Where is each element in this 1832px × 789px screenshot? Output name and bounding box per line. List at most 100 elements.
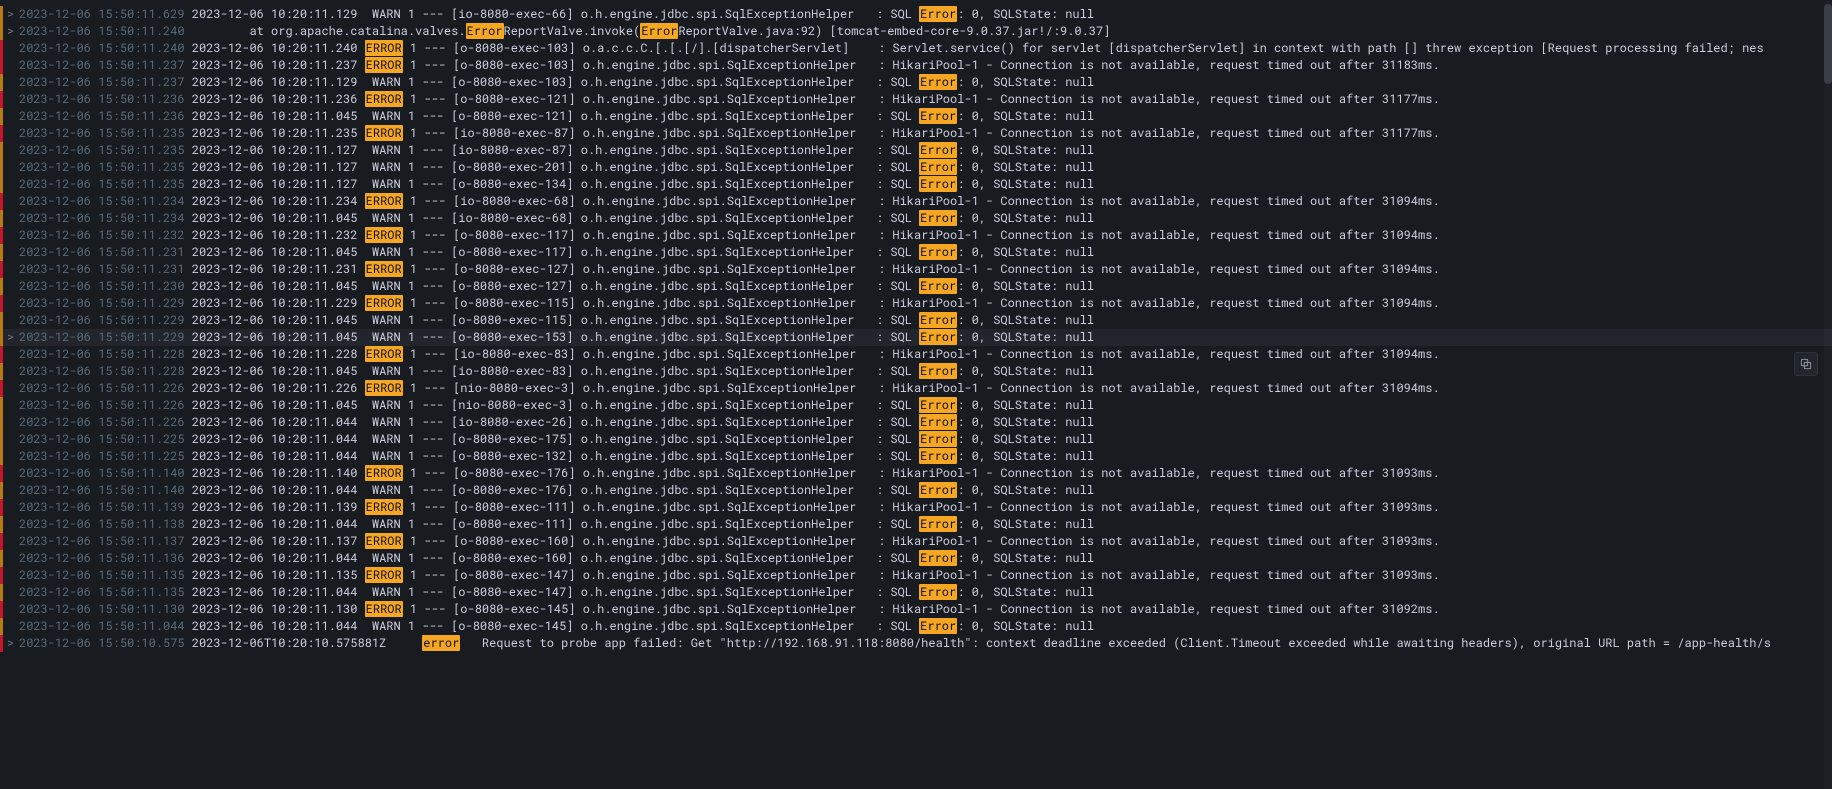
expand-caret-icon xyxy=(7,261,19,278)
log-body: 2023-12-06T10:20:10.575881Z error Reques… xyxy=(192,635,1832,652)
expand-caret-icon xyxy=(7,91,19,108)
match-highlight: Error xyxy=(919,618,957,634)
log-timestamp: 2023-12-06 15:50:11.226 xyxy=(19,397,185,414)
match-highlight: Error xyxy=(919,74,957,90)
log-row[interactable]: 2023-12-06 15:50:11.236 2023-12-06 10:20… xyxy=(0,108,1832,125)
match-highlight: ERROR xyxy=(365,40,403,56)
log-timestamp: 2023-12-06 15:50:11.231 xyxy=(19,261,185,278)
match-highlight: Error xyxy=(919,278,957,294)
log-row[interactable]: 2023-12-06 15:50:11.226 2023-12-06 10:20… xyxy=(0,380,1832,397)
log-row[interactable]: 2023-12-06 15:50:11.140 2023-12-06 10:20… xyxy=(0,482,1832,499)
match-highlight: ERROR xyxy=(365,57,403,73)
scrollbar-thumb[interactable] xyxy=(1824,4,1832,84)
expand-caret-icon xyxy=(7,448,19,465)
expand-caret-icon[interactable]: > xyxy=(7,6,19,23)
expand-caret-icon xyxy=(7,380,19,397)
match-highlight: ERROR xyxy=(365,567,403,583)
log-row[interactable]: 2023-12-06 15:50:11.136 2023-12-06 10:20… xyxy=(0,550,1832,567)
expand-caret-icon xyxy=(7,295,19,312)
log-row[interactable]: 2023-12-06 15:50:11.225 2023-12-06 10:20… xyxy=(0,431,1832,448)
log-row[interactable]: 2023-12-06 15:50:11.231 2023-12-06 10:20… xyxy=(0,261,1832,278)
match-highlight: Error xyxy=(919,363,957,379)
log-row[interactable]: 2023-12-06 15:50:11.235 2023-12-06 10:20… xyxy=(0,159,1832,176)
log-body: 2023-12-06 10:20:11.139 ERROR 1 --- [o-8… xyxy=(192,499,1832,516)
log-row[interactable]: 2023-12-06 15:50:11.234 2023-12-06 10:20… xyxy=(0,210,1832,227)
log-row[interactable]: 2023-12-06 15:50:11.044 2023-12-06 10:20… xyxy=(0,618,1832,635)
log-row[interactable]: >2023-12-06 15:50:11.229 2023-12-06 10:2… xyxy=(0,329,1832,346)
expand-caret-icon[interactable]: > xyxy=(7,23,19,40)
log-body: 2023-12-06 10:20:11.044 WARN 1 --- [io-8… xyxy=(192,414,1832,431)
log-list[interactable]: >2023-12-06 15:50:11.629 2023-12-06 10:2… xyxy=(0,6,1832,652)
log-body: 2023-12-06 10:20:11.044 WARN 1 --- [o-80… xyxy=(192,482,1832,499)
log-row[interactable]: 2023-12-06 15:50:11.135 2023-12-06 10:20… xyxy=(0,584,1832,601)
log-timestamp: 2023-12-06 15:50:11.629 xyxy=(19,6,185,23)
log-row[interactable]: 2023-12-06 15:50:11.226 2023-12-06 10:20… xyxy=(0,414,1832,431)
log-body: 2023-12-06 10:20:11.045 WARN 1 --- [io-8… xyxy=(192,363,1832,380)
expand-caret-icon[interactable]: > xyxy=(7,635,19,652)
match-highlight: ERROR xyxy=(365,346,403,362)
log-row[interactable]: 2023-12-06 15:50:11.236 2023-12-06 10:20… xyxy=(0,91,1832,108)
expand-caret-icon xyxy=(7,397,19,414)
expand-caret-icon xyxy=(7,176,19,193)
log-row[interactable]: 2023-12-06 15:50:11.240 2023-12-06 10:20… xyxy=(0,40,1832,57)
log-row[interactable]: 2023-12-06 15:50:11.235 2023-12-06 10:20… xyxy=(0,125,1832,142)
log-row[interactable]: 2023-12-06 15:50:11.231 2023-12-06 10:20… xyxy=(0,244,1832,261)
log-row[interactable]: >2023-12-06 15:50:11.629 2023-12-06 10:2… xyxy=(0,6,1832,23)
log-body: at org.apache.catalina.valves.ErrorRepor… xyxy=(192,23,1832,40)
match-highlight: Error xyxy=(919,244,957,260)
match-highlight: Error xyxy=(919,414,957,430)
log-row[interactable]: 2023-12-06 15:50:11.138 2023-12-06 10:20… xyxy=(0,516,1832,533)
log-row[interactable]: 2023-12-06 15:50:11.130 2023-12-06 10:20… xyxy=(0,601,1832,618)
log-body: 2023-12-06 10:20:11.044 WARN 1 --- [o-80… xyxy=(192,516,1832,533)
expand-caret-icon xyxy=(7,516,19,533)
match-highlight: ERROR xyxy=(365,601,403,617)
log-row[interactable]: >2023-12-06 15:50:11.240 at org.apache.c… xyxy=(0,23,1832,40)
log-row[interactable]: 2023-12-06 15:50:11.234 2023-12-06 10:20… xyxy=(0,193,1832,210)
log-row[interactable]: 2023-12-06 15:50:11.229 2023-12-06 10:20… xyxy=(0,312,1832,329)
log-body: 2023-12-06 10:20:11.231 ERROR 1 --- [o-8… xyxy=(192,261,1832,278)
log-body: 2023-12-06 10:20:11.044 WARN 1 --- [o-80… xyxy=(192,448,1832,465)
vertical-scrollbar[interactable] xyxy=(1824,0,1832,789)
log-timestamp: 2023-12-06 15:50:11.225 xyxy=(19,431,185,448)
log-timestamp: 2023-12-06 15:50:11.228 xyxy=(19,363,185,380)
match-highlight: Error xyxy=(919,6,957,22)
log-row[interactable]: 2023-12-06 15:50:11.237 2023-12-06 10:20… xyxy=(0,74,1832,91)
log-row[interactable]: 2023-12-06 15:50:11.228 2023-12-06 10:20… xyxy=(0,363,1832,380)
log-timestamp: 2023-12-06 15:50:11.240 xyxy=(19,23,185,40)
expand-caret-icon xyxy=(7,499,19,516)
log-timestamp: 2023-12-06 15:50:11.044 xyxy=(19,618,185,635)
match-highlight: ERROR xyxy=(365,295,403,311)
log-body: 2023-12-06 10:20:11.130 ERROR 1 --- [o-8… xyxy=(192,601,1832,618)
log-row[interactable]: 2023-12-06 15:50:11.229 2023-12-06 10:20… xyxy=(0,295,1832,312)
log-row[interactable]: 2023-12-06 15:50:11.139 2023-12-06 10:20… xyxy=(0,499,1832,516)
expand-caret-icon xyxy=(7,618,19,635)
log-body: 2023-12-06 10:20:11.045 WARN 1 --- [o-80… xyxy=(192,312,1832,329)
log-row[interactable]: 2023-12-06 15:50:11.232 2023-12-06 10:20… xyxy=(0,227,1832,244)
log-row[interactable]: 2023-12-06 15:50:11.225 2023-12-06 10:20… xyxy=(0,448,1832,465)
expand-caret-icon xyxy=(7,533,19,550)
log-timestamp: 2023-12-06 15:50:11.240 xyxy=(19,40,185,57)
log-row[interactable]: 2023-12-06 15:50:11.235 2023-12-06 10:20… xyxy=(0,142,1832,159)
log-timestamp: 2023-12-06 15:50:11.229 xyxy=(19,312,185,329)
expand-caret-icon xyxy=(7,142,19,159)
expand-caret-icon xyxy=(7,244,19,261)
log-row[interactable]: 2023-12-06 15:50:11.137 2023-12-06 10:20… xyxy=(0,533,1832,550)
log-row[interactable]: 2023-12-06 15:50:11.226 2023-12-06 10:20… xyxy=(0,397,1832,414)
log-row[interactable]: 2023-12-06 15:50:11.135 2023-12-06 10:20… xyxy=(0,567,1832,584)
expand-caret-icon xyxy=(7,482,19,499)
log-timestamp: 2023-12-06 15:50:11.234 xyxy=(19,210,185,227)
match-highlight: Error xyxy=(919,482,957,498)
copy-button[interactable] xyxy=(1794,352,1818,376)
log-row[interactable]: 2023-12-06 15:50:11.237 2023-12-06 10:20… xyxy=(0,57,1832,74)
log-row[interactable]: 2023-12-06 15:50:11.235 2023-12-06 10:20… xyxy=(0,176,1832,193)
log-row[interactable]: 2023-12-06 15:50:11.140 2023-12-06 10:20… xyxy=(0,465,1832,482)
expand-caret-icon xyxy=(7,57,19,74)
log-row[interactable]: 2023-12-06 15:50:11.228 2023-12-06 10:20… xyxy=(0,346,1832,363)
log-row[interactable]: 2023-12-06 15:50:11.230 2023-12-06 10:20… xyxy=(0,278,1832,295)
log-body: 2023-12-06 10:20:11.236 ERROR 1 --- [o-8… xyxy=(192,91,1832,108)
log-timestamp: 2023-12-06 15:50:11.228 xyxy=(19,346,185,363)
match-highlight: Error xyxy=(919,142,957,158)
log-timestamp: 2023-12-06 15:50:11.138 xyxy=(19,516,185,533)
log-row[interactable]: >2023-12-06 15:50:10.575 2023-12-06T10:2… xyxy=(0,635,1832,652)
expand-caret-icon[interactable]: > xyxy=(7,329,19,346)
